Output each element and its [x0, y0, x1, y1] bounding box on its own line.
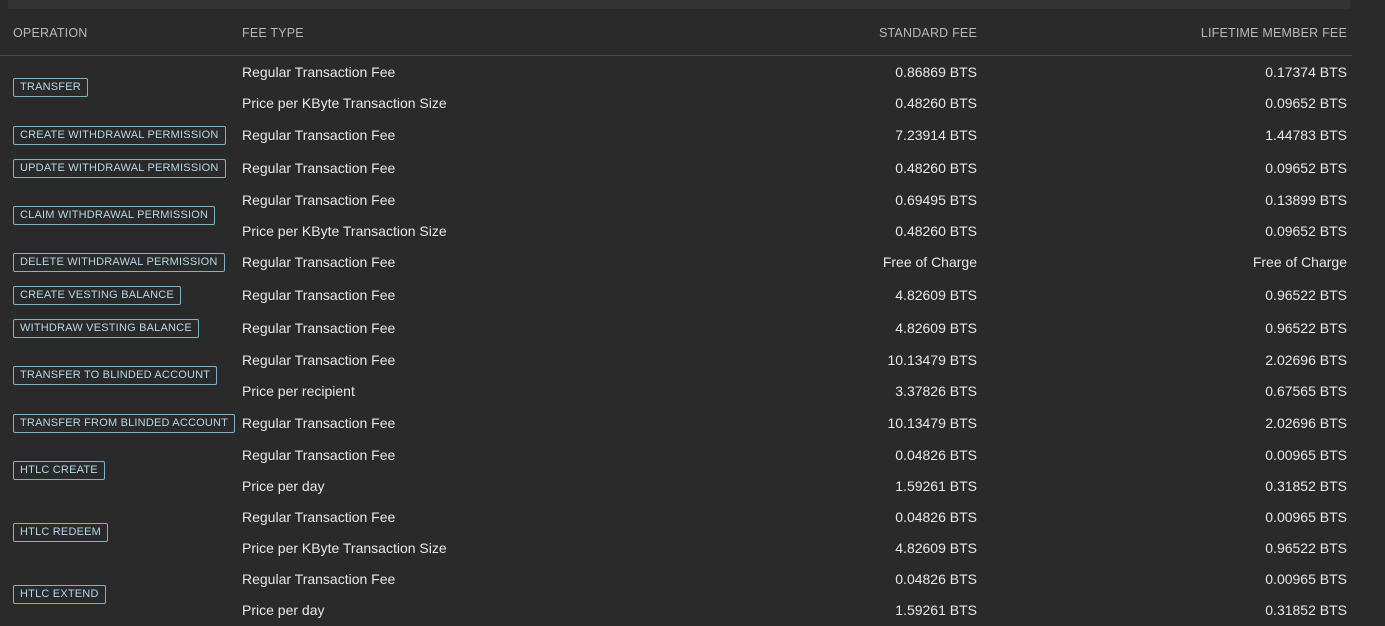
operation-badge[interactable]: TRANSFER TO BLINDED ACCOUNT [13, 366, 218, 385]
standard-fee-cell: 0.48260 BTS [895, 223, 977, 239]
fee-type-cell: Regular Transaction Fee [242, 160, 396, 176]
lifetime-fee-cell: 2.02696 BTS [1265, 352, 1347, 368]
operation-badge[interactable]: CLAIM WITHDRAWAL PERMISSION [13, 206, 216, 225]
table-row: Price per KByte Transaction Size 4.82609 … [0, 538, 1352, 558]
standard-fee-cell: 4.82609 BTS [895, 540, 977, 556]
standard-fee-cell: 7.23914 BTS [895, 127, 977, 143]
fee-type-cell: Price per day [242, 602, 325, 618]
fee-type-cell: Regular Transaction Fee [242, 447, 396, 463]
standard-fee-cell: 10.13479 BTS [887, 415, 977, 431]
table-row: Regular Transaction Fee 4.82609 BTS 0.9652… [0, 285, 1352, 305]
operation-badge[interactable]: CREATE VESTING BALANCE [13, 286, 181, 305]
fee-type-cell: Regular Transaction Fee [242, 415, 396, 431]
standard-fee-cell: 0.04826 BTS [895, 571, 977, 587]
lifetime-fee-cell: 0.00965 BTS [1265, 509, 1347, 525]
table-row: Regular Transaction Fee 0.86869 BTS 0.1737… [0, 62, 1352, 82]
lifetime-fee-cell: 0.00965 BTS [1265, 447, 1347, 463]
table-row: Regular Transaction Fee 0.04826 BTS 0.0096… [0, 507, 1352, 527]
fee-type-cell: Regular Transaction Fee [242, 254, 396, 270]
fee-type-cell: Price per day [242, 478, 325, 494]
fee-type-cell: Regular Transaction Fee [242, 571, 396, 587]
lifetime-fee-cell: 0.96522 BTS [1265, 540, 1347, 556]
standard-fee-cell: 0.48260 BTS [895, 95, 977, 111]
header-fee-type: FEE TYPE [242, 26, 304, 40]
fee-type-cell: Regular Transaction Fee [242, 192, 396, 208]
table-row: Price per day 1.59261 BTS 0.31852 BTS [0, 600, 1352, 620]
fee-type-cell: Regular Transaction Fee [242, 352, 396, 368]
fee-type-cell: Price per recipient [242, 383, 355, 399]
table-row: Regular Transaction Fee 4.82609 BTS 0.9652… [0, 318, 1352, 338]
standard-fee-cell: 1.59261 BTS [895, 478, 977, 494]
header-standard-fee: STANDARD FEE [878, 26, 977, 40]
lifetime-fee-cell: 0.96522 BTS [1265, 320, 1347, 336]
table-row: Regular Transaction Fee 0.04826 BTS 0.0096… [0, 445, 1352, 465]
lifetime-fee-cell: Free of Charge [1252, 254, 1347, 270]
lifetime-fee-cell: 0.09652 BTS [1265, 160, 1347, 176]
operation-badge[interactable]: WITHDRAW VESTING BALANCE [13, 319, 199, 338]
lifetime-fee-cell: 0.09652 BTS [1265, 95, 1347, 111]
lifetime-fee-cell: 1.44783 BTS [1265, 127, 1347, 143]
table-header: OPERATION FEE TYPE STANDARD FEE LIFETIME… [0, 24, 1352, 56]
top-bar [8, 0, 1350, 9]
operation-badge[interactable]: TRANSFER [13, 78, 88, 97]
operation-badge[interactable]: UPDATE WITHDRAWAL PERMISSION [13, 159, 226, 178]
standard-fee-cell: 0.48260 BTS [895, 160, 977, 176]
fee-type-cell: Regular Transaction Fee [242, 127, 396, 143]
operation-badge[interactable]: TRANSFER FROM BLINDED ACCOUNT [13, 414, 236, 433]
operation-badge[interactable]: CREATE WITHDRAWAL PERMISSION [13, 126, 226, 145]
lifetime-fee-cell: 0.17374 BTS [1265, 64, 1347, 80]
lifetime-fee-cell: 0.31852 BTS [1265, 478, 1347, 494]
standard-fee-cell: 1.59261 BTS [895, 602, 977, 618]
fee-type-cell: Price per KByte Transaction Size [242, 540, 447, 556]
standard-fee-cell: 4.82609 BTS [895, 287, 977, 303]
operation-badge[interactable]: DELETE WITHDRAWAL PERMISSION [13, 253, 225, 272]
fee-type-cell: Regular Transaction Fee [242, 64, 396, 80]
table-row: Regular Transaction Fee 0.04826 BTS 0.0096… [0, 569, 1352, 589]
standard-fee-cell: 10.13479 BTS [887, 352, 977, 368]
lifetime-fee-cell: 0.96522 BTS [1265, 287, 1347, 303]
standard-fee-cell: 0.69495 BTS [895, 192, 977, 208]
fee-type-cell: Regular Transaction Fee [242, 320, 396, 336]
fee-type-cell: Price per KByte Transaction Size [242, 95, 447, 111]
fee-type-cell: Regular Transaction Fee [242, 287, 396, 303]
lifetime-fee-cell: 0.13899 BTS [1265, 192, 1347, 208]
operation-badge[interactable]: HTLC CREATE [13, 461, 105, 480]
fee-type-cell: Regular Transaction Fee [242, 509, 396, 525]
operation-badge[interactable]: HTLC EXTEND [13, 585, 106, 604]
lifetime-fee-cell: 2.02696 BTS [1265, 415, 1347, 431]
lifetime-fee-cell: 0.00965 BTS [1265, 571, 1347, 587]
fee-type-cell: Price per KByte Transaction Size [242, 223, 447, 239]
table-row: Price per KByte Transaction Size 0.48260 … [0, 93, 1352, 113]
standard-fee-cell: Free of Charge [882, 254, 977, 270]
table-row: Price per day 1.59261 BTS 0.31852 BTS [0, 476, 1352, 496]
header-lifetime-member-fee: LIFETIME MEMBER FEE [1200, 26, 1347, 40]
lifetime-fee-cell: 0.67565 BTS [1265, 383, 1347, 399]
standard-fee-cell: 4.82609 BTS [895, 320, 977, 336]
header-operation: OPERATION [13, 26, 88, 40]
lifetime-fee-cell: 0.09652 BTS [1265, 223, 1347, 239]
lifetime-fee-cell: 0.31852 BTS [1265, 602, 1347, 618]
operation-badge[interactable]: HTLC REDEEM [13, 523, 109, 542]
standard-fee-cell: 3.37826 BTS [895, 383, 977, 399]
standard-fee-cell: 0.86869 BTS [895, 64, 977, 80]
standard-fee-cell: 0.04826 BTS [895, 447, 977, 463]
standard-fee-cell: 0.04826 BTS [895, 509, 977, 525]
